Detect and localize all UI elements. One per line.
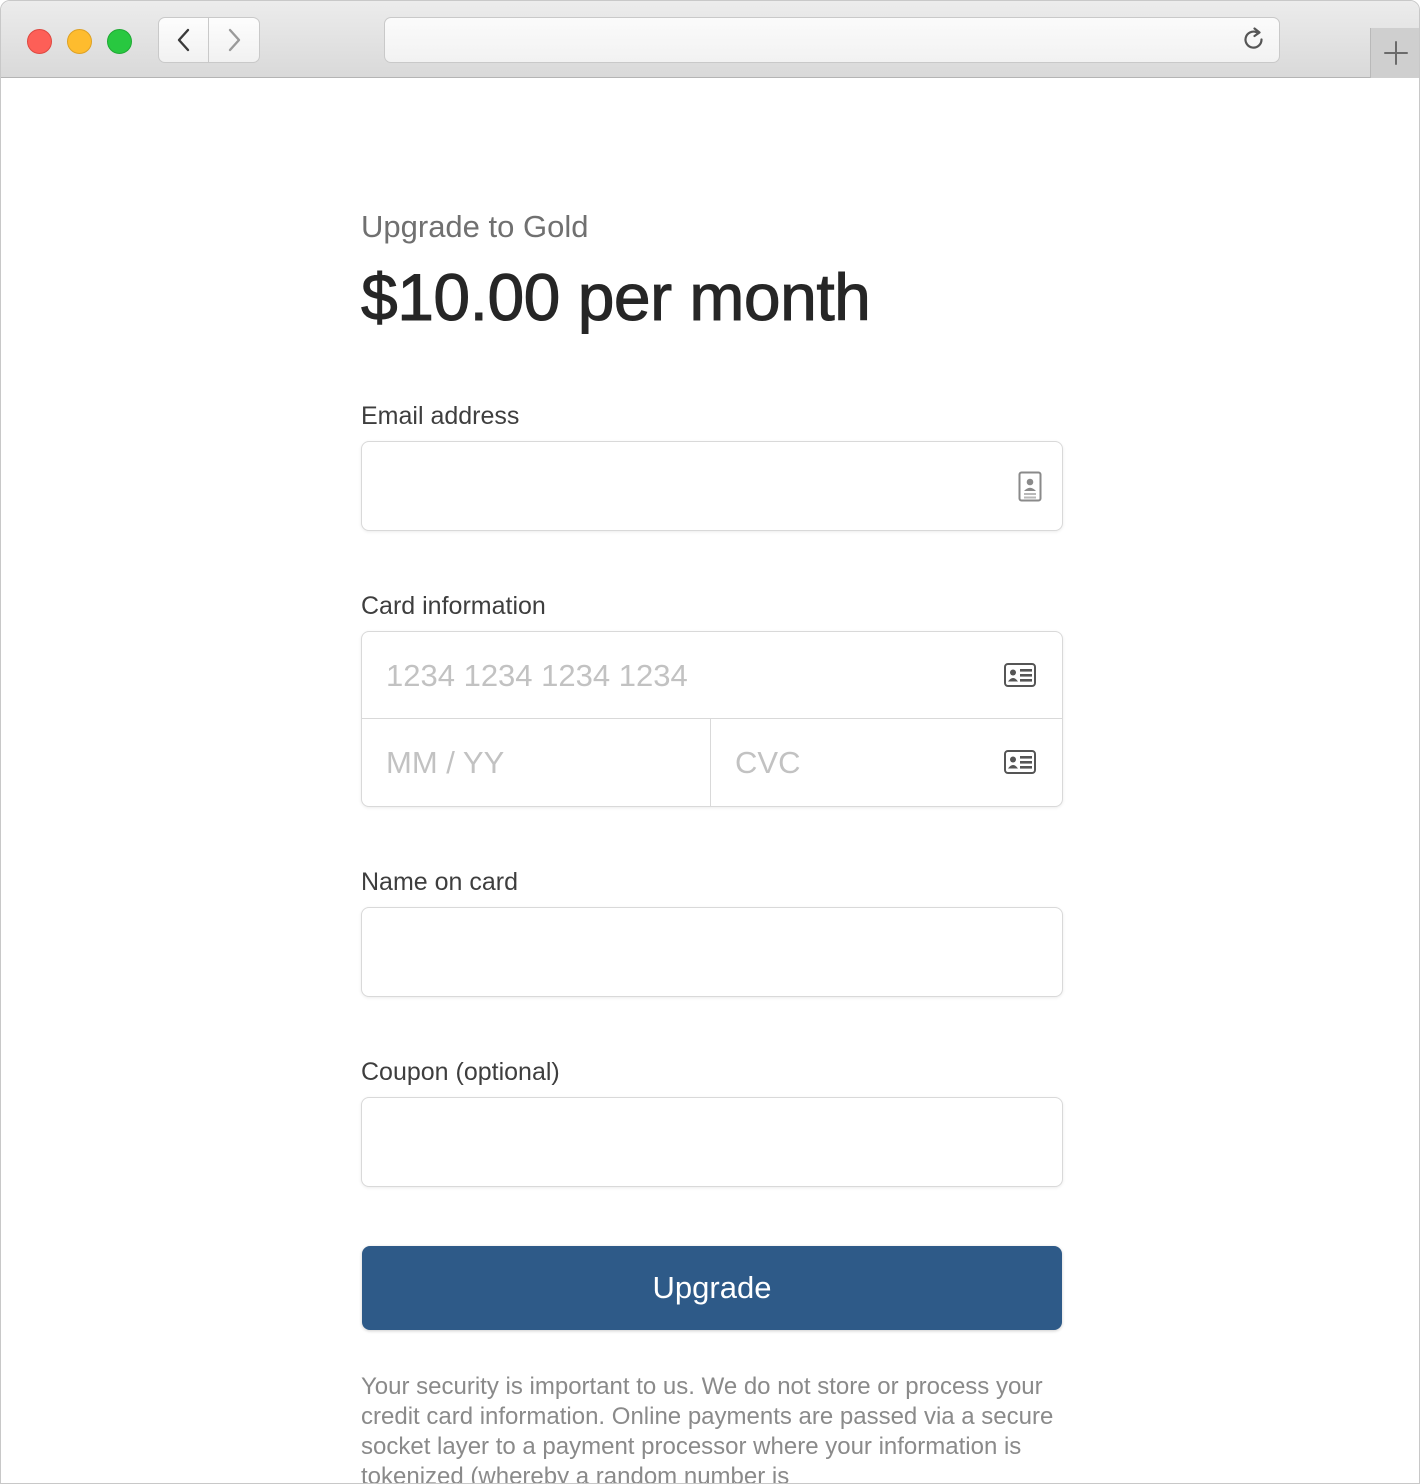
contact-card-icon[interactable] xyxy=(1018,471,1042,502)
name-on-card-label: Name on card xyxy=(361,868,519,896)
page-content: Upgrade to Gold $10.00 per month Email a… xyxy=(1,79,1419,1484)
card-expiry-field[interactable]: MM / YY xyxy=(362,719,711,806)
upgrade-button[interactable]: Upgrade xyxy=(362,1246,1062,1330)
credit-card-icon xyxy=(1004,663,1036,687)
price-heading: $10.00 per month xyxy=(360,260,871,335)
card-expiry-placeholder: MM / YY xyxy=(386,745,505,780)
card-number-placeholder: 1234 1234 1234 1234 xyxy=(386,658,688,693)
security-notice: Your security is important to us. We do … xyxy=(361,1373,1054,1484)
new-tab-button[interactable] xyxy=(1370,28,1419,78)
address-bar[interactable] xyxy=(384,17,1280,63)
browser-window: Upgrade to Gold $10.00 per month Email a… xyxy=(0,0,1420,1484)
close-window-button[interactable] xyxy=(27,29,52,54)
email-label: Email address xyxy=(361,402,520,430)
maximize-window-button[interactable] xyxy=(107,29,132,54)
card-cvc-field[interactable]: CVC xyxy=(711,719,1062,806)
forward-button[interactable] xyxy=(209,17,260,63)
email-field[interactable] xyxy=(361,441,1063,531)
back-button[interactable] xyxy=(158,17,209,63)
card-info-label: Card information xyxy=(361,592,546,620)
card-cvc-placeholder: CVC xyxy=(735,745,801,780)
coupon-field[interactable] xyxy=(361,1097,1063,1187)
name-on-card-field[interactable] xyxy=(361,907,1063,997)
plus-icon xyxy=(1384,41,1408,65)
card-information-group: 1234 1234 1234 1234 MM / YY CVC xyxy=(361,631,1063,807)
card-number-field[interactable]: 1234 1234 1234 1234 xyxy=(362,632,1062,719)
browser-toolbar xyxy=(1,1,1419,78)
reload-icon[interactable] xyxy=(1241,27,1267,53)
coupon-label: Coupon (optional) xyxy=(361,1058,560,1086)
plan-subtitle: Upgrade to Gold xyxy=(361,209,589,244)
minimize-window-button[interactable] xyxy=(67,29,92,54)
credit-card-icon xyxy=(1004,750,1036,774)
chevron-right-icon xyxy=(228,28,241,52)
chevron-left-icon xyxy=(177,28,189,52)
